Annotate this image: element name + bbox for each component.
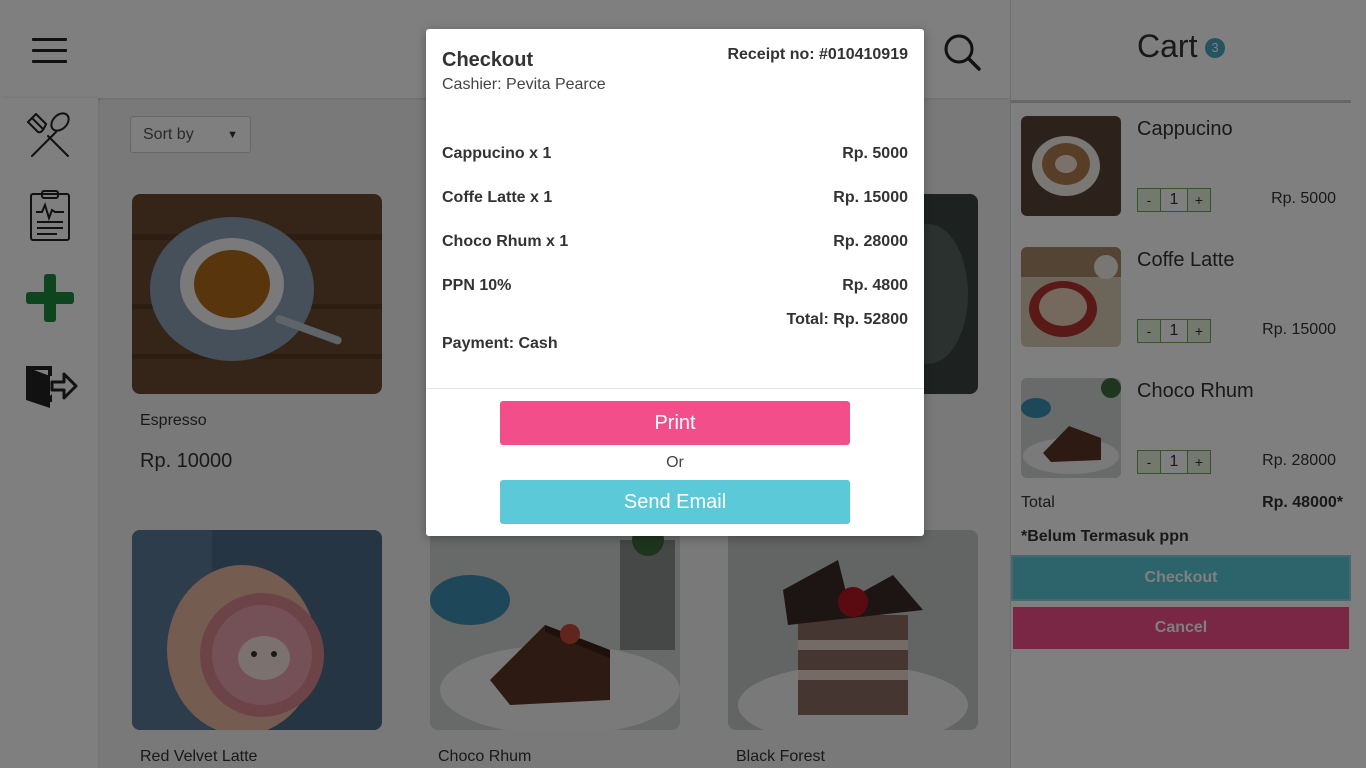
- or-separator: Or: [666, 454, 684, 471]
- checkout-modal: Checkout Cashier: Pevita Pearce Receipt …: [426, 29, 924, 536]
- receipt-line: PPN 10% Rp. 4800: [442, 277, 908, 295]
- line-amount: Rp. 5000: [842, 145, 908, 162]
- line-label: Coffe Latte x 1: [442, 189, 553, 206]
- receipt-line: Cappucino x 1 Rp. 5000: [442, 145, 908, 163]
- send-email-button[interactable]: Send Email: [500, 480, 850, 524]
- line-label: PPN 10%: [442, 277, 512, 294]
- payment-method: Payment: Cash: [442, 335, 558, 352]
- print-button[interactable]: Print: [500, 401, 850, 445]
- cashier-name: Cashier: Pevita Pearce: [442, 76, 606, 93]
- receipt-number: Receipt no: #010410919: [727, 46, 908, 63]
- receipt-line: Choco Rhum x 1 Rp. 28000: [442, 233, 908, 251]
- line-label: Choco Rhum x 1: [442, 233, 569, 250]
- line-amount: Rp. 15000: [833, 189, 908, 206]
- modal-title: Checkout: [442, 49, 534, 71]
- line-label: Cappucino x 1: [442, 145, 552, 162]
- modal-divider: [426, 388, 924, 389]
- pos-app: Sort by ▼ Espresso Rp. 10000: [0, 0, 1366, 768]
- receipt-line: Coffe Latte x 1 Rp. 15000: [442, 189, 908, 207]
- line-amount: Rp. 28000: [833, 233, 908, 250]
- line-amount: Rp. 4800: [842, 277, 908, 294]
- receipt-total: Total: Rp. 52800: [786, 311, 908, 328]
